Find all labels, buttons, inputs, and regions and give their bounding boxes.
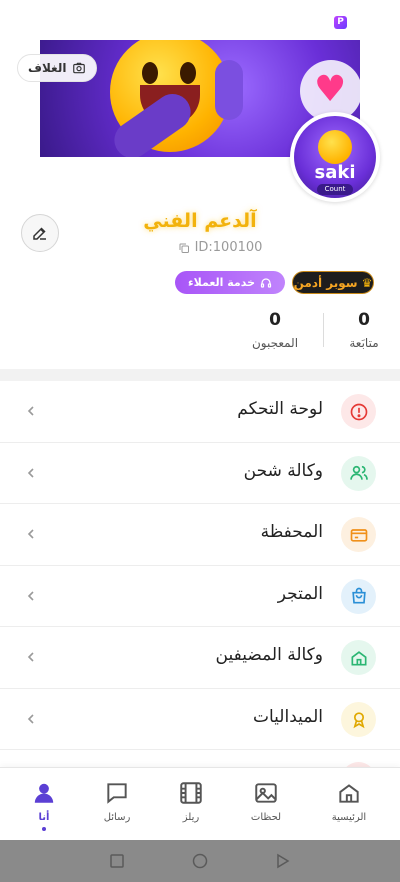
followers-stat[interactable]: 0 المعجبون [240, 310, 310, 350]
nav-moments-label: لحظات [250, 812, 282, 823]
credit-card-icon [341, 517, 376, 552]
bottom-navigation: الرئيسية لحظات ريلز رسائل أنا [0, 767, 400, 840]
users-icon [341, 455, 376, 491]
profile-id-row[interactable]: ID:100100 [150, 240, 290, 255]
camera-icon [73, 62, 86, 74]
app-notification-icon: P [334, 16, 347, 29]
menu-item-label: المحفظة [260, 522, 323, 542]
nav-messages[interactable]: رسائل [82, 780, 152, 823]
headset-icon [260, 277, 272, 288]
shopping-bag-icon [341, 578, 376, 614]
nav-me[interactable]: أنا [9, 780, 79, 831]
status-bar: P [0, 0, 400, 40]
chevron-left-icon [27, 590, 34, 601]
film-icon [180, 782, 202, 804]
followers-count: 0 [269, 310, 281, 330]
chevron-left-icon [27, 652, 34, 662]
home-button-icon[interactable] [192, 853, 208, 869]
section-divider [0, 369, 400, 381]
customer-service-badge[interactable]: خدمة العملاء [175, 271, 285, 294]
following-count: 0 [358, 310, 370, 330]
change-cover-button[interactable]: الغلاف [17, 54, 98, 82]
profile-page: P ♥ الغلاف saki Count آلدعم الفني ID:100… [0, 0, 400, 882]
stat-divider [323, 313, 324, 347]
alert-circle-icon [341, 394, 376, 429]
menu-item-charging-agency[interactable]: وكالة شحن [0, 443, 400, 504]
menu-item-label: الميداليات [252, 706, 323, 727]
chevron-left-icon [27, 467, 34, 478]
emoji-eye-left [142, 62, 158, 84]
nav-home[interactable]: الرئيسية [314, 780, 384, 823]
profile-name: آلدعم الفني [143, 210, 257, 232]
nav-reels-label: ريلز [182, 812, 200, 823]
heart-icon: ♥ [314, 69, 347, 110]
avatar[interactable]: saki Count [290, 112, 380, 202]
nav-reels[interactable]: ريلز [156, 780, 226, 823]
medal-icon [341, 701, 376, 737]
avatar-logo-text: saki [314, 162, 356, 183]
menu-item-store[interactable]: المتجر [0, 566, 400, 627]
edit-icon [33, 227, 46, 240]
profile-id: ID:100100 [194, 240, 263, 255]
profile-menu: لوحة التحكم وكالة شحن المحفظة المتجر وكا… [0, 381, 400, 797]
menu-item-dashboard[interactable]: لوحة التحكم [0, 381, 400, 443]
nav-moments[interactable]: لحظات [231, 780, 301, 823]
menu-item-label: وكالة المضيفين [215, 645, 323, 665]
menu-item-hosts-agency[interactable]: وكالة المضيفين [0, 627, 400, 689]
change-cover-label: الغلاف [28, 61, 67, 75]
image-icon [255, 783, 277, 803]
following-label: متابَعة [349, 336, 379, 350]
super-admin-badge: سوبر أدمن ♛ [292, 271, 374, 294]
nav-me-label: أنا [38, 812, 50, 823]
back-icon[interactable] [275, 853, 291, 869]
active-indicator [42, 827, 46, 831]
menu-item-label: لوحة التحكم [237, 399, 323, 419]
home-icon [339, 784, 359, 803]
customer-service-label: خدمة العملاء [187, 276, 256, 289]
user-icon [34, 783, 54, 803]
edit-profile-button[interactable] [21, 214, 59, 252]
following-stat[interactable]: 0 متابَعة [340, 310, 388, 350]
avatar-emoji-shape [318, 130, 352, 164]
followers-label: المعجبون [251, 336, 299, 350]
recent-apps-icon[interactable] [109, 853, 125, 869]
menu-item-wallet[interactable]: المحفظة [0, 504, 400, 566]
super-admin-label: سوبر أدمن [293, 275, 358, 290]
chevron-left-icon [27, 713, 34, 724]
crown-icon: ♛ [361, 275, 373, 290]
nav-messages-label: رسائل [103, 812, 131, 823]
avatar-logo-subtext: Count [317, 184, 353, 195]
home-icon [341, 640, 376, 675]
avatar-image: saki Count [294, 116, 376, 198]
chat-icon [107, 783, 127, 804]
copy-icon [179, 243, 189, 253]
nav-home-label: الرئيسية [331, 812, 367, 823]
chevron-left-icon [27, 406, 34, 416]
menu-item-medals[interactable]: الميداليات [0, 689, 400, 750]
menu-item-label: وكالة شحن [243, 460, 323, 481]
emoji-eye-right [180, 62, 196, 84]
system-navigation-bar [0, 840, 400, 882]
menu-item-label: المتجر [277, 583, 323, 604]
headphone-shape [215, 60, 243, 120]
chevron-left-icon [27, 529, 34, 539]
